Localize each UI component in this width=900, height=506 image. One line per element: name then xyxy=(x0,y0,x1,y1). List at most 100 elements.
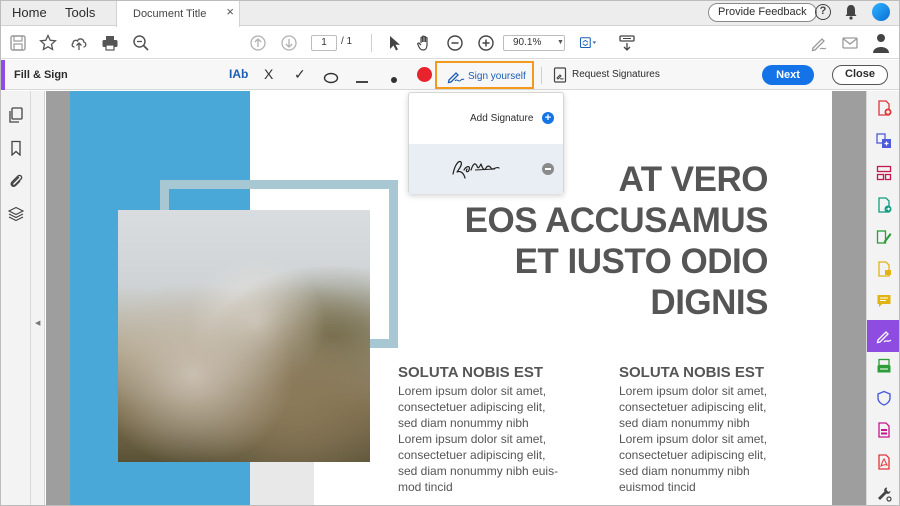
body-line: consectetuer adipiscing elit, xyxy=(398,400,546,414)
add-signature-label: Add Signature xyxy=(470,113,534,124)
heading-line: EOS ACCUSAMUS xyxy=(464,201,769,240)
prepare-form-icon[interactable] xyxy=(876,422,892,438)
protect-shield-icon[interactable] xyxy=(876,390,892,406)
close-button[interactable]: Close xyxy=(832,65,888,85)
fill-sign-divider xyxy=(541,67,542,84)
color-picker-swatch[interactable] xyxy=(417,67,432,82)
sign-pen-icon[interactable] xyxy=(810,34,828,52)
fill-sign-tool-active[interactable] xyxy=(867,320,900,352)
check-mark-tool[interactable]: ✓ xyxy=(294,66,306,84)
scan-ocr-icon[interactable] xyxy=(876,358,892,374)
next-button[interactable]: Next xyxy=(762,65,814,85)
hand-icon[interactable] xyxy=(416,34,434,52)
zoom-level-select[interactable]: 90.1% ▼ xyxy=(503,35,565,51)
search-zoom-icon[interactable] xyxy=(132,34,150,52)
fit-page-icon[interactable] xyxy=(579,34,597,52)
document-tab-title: Document Title xyxy=(133,8,207,20)
dot-tool-icon[interactable] xyxy=(390,71,398,89)
user-avatar-icon[interactable] xyxy=(872,33,890,53)
bookmark-icon[interactable] xyxy=(8,140,24,156)
body-line: euismod tincid xyxy=(619,480,696,494)
page-total: / 1 xyxy=(341,36,353,47)
body-line: consectetuer adipiscing elit, xyxy=(619,448,767,462)
right-scroll-area[interactable] xyxy=(832,91,866,506)
upload-icon[interactable] xyxy=(70,34,88,52)
saved-signature-image xyxy=(452,160,500,179)
saved-signature-menu-item[interactable] xyxy=(409,144,563,194)
comment-icon[interactable] xyxy=(876,293,892,309)
request-signatures-icon xyxy=(553,67,567,83)
column-title: SOLUTA NOBIS EST xyxy=(398,364,544,381)
sign-yourself-label: Sign yourself xyxy=(468,71,526,82)
print-icon[interactable] xyxy=(101,34,119,52)
page-thumbnails-icon[interactable] xyxy=(8,107,24,123)
app-account-icon[interactable] xyxy=(872,3,890,21)
body-line: Lorem ipsum dolor sit amet, xyxy=(398,432,547,446)
body-line: Lorem ipsum dolor sit amet, xyxy=(398,384,547,398)
close-tab-icon[interactable]: × xyxy=(226,4,234,19)
column-title: SOLUTA NOBIS EST xyxy=(619,364,765,381)
blurred-building-photo xyxy=(118,210,370,462)
right-tools-pane xyxy=(866,91,900,506)
column-body: Lorem ipsum dolor sit amet, consectetuer… xyxy=(398,383,588,495)
fill-sign-toolbar: Fill & Sign IAb X ✓ Sign yourself Reques… xyxy=(0,60,900,90)
acrobat-pdf-icon[interactable] xyxy=(876,454,892,470)
tab-home[interactable]: Home xyxy=(12,5,47,20)
fill-sign-accent xyxy=(0,60,5,90)
page-number-input[interactable]: 1 xyxy=(311,35,337,51)
text-column-left: SOLUTA NOBIS EST Lorem ipsum dolor sit a… xyxy=(398,364,588,495)
line-tool-icon[interactable] xyxy=(355,73,369,91)
add-text-tool[interactable]: IAb xyxy=(229,67,248,85)
toolbar-divider xyxy=(371,34,372,52)
save-icon[interactable] xyxy=(9,34,27,52)
bookmark-star-icon[interactable] xyxy=(39,34,57,52)
export-pdf-icon[interactable] xyxy=(876,197,892,213)
heading-line: ET IUSTO ODIO xyxy=(514,242,769,281)
body-line: consectetuer adipiscing elit, xyxy=(619,400,767,414)
comment-document-icon[interactable] xyxy=(876,261,892,277)
main-toolbar: 1 / 1 90.1% ▼ xyxy=(0,27,900,59)
more-tools-wrench-icon[interactable] xyxy=(876,486,892,502)
layers-icon[interactable] xyxy=(8,206,24,222)
request-signatures-label: Request Signatures xyxy=(572,69,660,80)
page-up-icon[interactable] xyxy=(249,34,267,52)
collapse-left-pane-handle[interactable]: ◀ xyxy=(31,91,45,506)
heading-line: DIGNIS xyxy=(650,283,768,322)
zoom-out-icon[interactable] xyxy=(446,34,464,52)
sign-yourself-menu: Add Signature + xyxy=(408,92,564,194)
fill-sign-icon xyxy=(876,331,892,344)
text-column-right: SOLUTA NOBIS EST Lorem ipsum dolor sit a… xyxy=(619,364,809,495)
chevron-down-icon: ▼ xyxy=(557,39,564,46)
left-navigation-pane xyxy=(0,91,31,506)
zoom-level-value: 90.1% xyxy=(513,37,542,48)
body-line: Lorem ipsum dolor sit amet, xyxy=(619,432,768,446)
body-line: consectetuer adipiscing elit, xyxy=(398,448,546,462)
select-cursor-icon[interactable] xyxy=(386,34,404,52)
ellipse-tool-icon[interactable] xyxy=(323,69,339,87)
sign-yourself-button[interactable]: Sign yourself xyxy=(435,61,534,89)
add-signature-menu-item[interactable]: Add Signature + xyxy=(409,93,563,143)
body-line: sed diam nonummy nibh euis- xyxy=(398,464,559,478)
bell-icon[interactable] xyxy=(844,4,858,20)
create-pdf-icon[interactable] xyxy=(876,100,892,116)
attachment-icon[interactable] xyxy=(8,173,24,189)
tab-bar: Home Tools Document Title × Provide Feed… xyxy=(0,0,900,27)
edit-pdf-icon[interactable] xyxy=(876,229,892,245)
mail-icon[interactable] xyxy=(841,34,859,52)
body-line: sed diam nonummy nibh xyxy=(619,464,750,478)
combine-files-icon[interactable] xyxy=(876,133,892,149)
zoom-in-icon[interactable] xyxy=(477,34,495,52)
collapse-arrow-icon: ◀ xyxy=(35,320,41,327)
body-line: sed diam nonummy nibh xyxy=(398,416,529,430)
body-line: Lorem ipsum dolor sit amet, xyxy=(619,384,768,398)
help-icon[interactable]: ? xyxy=(815,4,831,20)
scroll-mode-icon[interactable] xyxy=(618,34,636,52)
tab-tools[interactable]: Tools xyxy=(65,5,95,20)
tab-document[interactable]: Document Title × xyxy=(116,0,240,27)
organize-pages-icon[interactable] xyxy=(876,165,892,181)
provide-feedback-button[interactable]: Provide Feedback xyxy=(708,3,817,22)
page-down-icon[interactable] xyxy=(280,34,298,52)
fill-sign-title: Fill & Sign xyxy=(14,69,68,81)
remove-signature-icon[interactable] xyxy=(542,163,554,175)
cross-mark-tool[interactable]: X xyxy=(264,66,273,84)
